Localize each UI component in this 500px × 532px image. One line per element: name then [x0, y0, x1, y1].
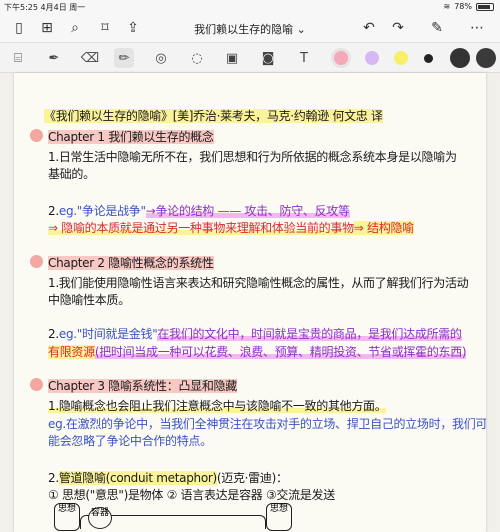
diagram-mid-circle: 容器 [88, 507, 112, 529]
share-icon[interactable]: ⇪ [124, 19, 142, 37]
color-pink[interactable] [334, 51, 348, 65]
redo-icon[interactable]: ↷ [389, 19, 407, 37]
conduit-diagram: 思想 容器 思想 [54, 503, 294, 532]
ch1-point1-line2: 基础的。 [48, 167, 95, 181]
wifi-icon: ≋ [443, 2, 451, 11]
battery-percent: 78% [454, 2, 472, 11]
color-yellow[interactable] [394, 51, 408, 65]
image-icon[interactable]: ▣ [222, 48, 242, 68]
stroke-thick[interactable] [476, 48, 496, 68]
title-bar: ▯ ⊞ ⌕ ⌑ ⇪ 我们赖以生存的隐喻 ⌄ ↶ ↷ ✎ ⋯ [0, 13, 500, 43]
bookmark-icon[interactable]: ⌑ [96, 19, 114, 37]
ch1-point2-line2: ⇒ 隐喻的本质就是通过另一种事物来理解和体验当前的事物⇒ 结构隐喻 [48, 221, 414, 235]
camera-icon[interactable]: ◙ [258, 48, 278, 68]
undo-icon[interactable]: ↶ [360, 19, 378, 37]
ch3-point1-line3: 能会忽略了争论中合作的特点。 [48, 434, 212, 448]
color-lavender[interactable] [365, 51, 379, 65]
diagram-right-box: 思想 [266, 503, 292, 531]
sidebar-icon[interactable]: ▯ [10, 19, 28, 37]
document-title-text[interactable]: 我们赖以生存的隐喻 [194, 23, 293, 36]
note-page[interactable]: 《我们赖以生存的隐喻》[美]乔治·莱考夫，马克·约翰逊 何文忠 译 Chapte… [14, 73, 486, 532]
stroke-thin[interactable] [424, 54, 433, 63]
text-icon[interactable]: T [294, 48, 314, 68]
status-time: 下午5:25 4月4日 周一 [4, 3, 86, 12]
ch3-point1-line1: 1.隐喻概念也会阻止我们注意概念中与该隐喻不一致的其他方面。 [48, 399, 387, 413]
chevron-down-icon[interactable]: ⌄ [297, 23, 306, 36]
highlighter-icon[interactable]: ✏ [114, 48, 134, 68]
battery-icon [476, 2, 494, 11]
pencil-icon[interactable]: ✎ [428, 19, 446, 37]
ch3-point1-line2: eg.在激烈的争论中，当我们全神贯注在攻击对手的立场、捍卫自己的立场时，我们可 [48, 417, 486, 431]
read-mode-icon[interactable]: ⌸ [8, 48, 28, 68]
pen-icon[interactable]: ✒ [44, 48, 64, 68]
chapter1-bullet [30, 129, 43, 142]
eraser-icon[interactable]: ⌫ [80, 48, 100, 68]
status-right: ≋ 78% [444, 2, 494, 11]
ch1-point2-line1: 2.eg."争论是战争"→争论的结构 —— 攻击、防守、反攻等 [48, 204, 350, 218]
lasso-icon[interactable]: ◌ [187, 48, 207, 68]
diagram-left-box: 思想 [54, 503, 80, 531]
search-icon[interactable]: ⌕ [66, 19, 84, 37]
ch3-point2-line1: 2.管道隐喻(conduit metaphor)(迈克·雷迪)： [48, 471, 288, 485]
ch3-point2-line2: ① 思想("意思")是物体 ② 语言表达是容器 ③交流是发送 [48, 488, 335, 502]
ch2-point1-line2: 中隐喻性本质。 [48, 293, 130, 307]
grid-icon[interactable]: ⊞ [38, 19, 56, 37]
chapter1-title: Chapter 1 我们赖以生存的概念 [48, 130, 214, 144]
chapter3-title: Chapter 3 隐喻系统性：凸显和隐藏 [48, 379, 237, 393]
more-icon[interactable]: ⋯ [468, 19, 486, 37]
chapter3-bullet [30, 378, 43, 391]
shapes-icon[interactable]: ◎ [151, 48, 171, 68]
ch2-point2-line2: 有限资源(把时间当成一种可以花费、浪费、预算、精明投资、节省或挥霍的东西) [48, 345, 467, 359]
book-header: 《我们赖以生存的隐喻》[美]乔治·莱考夫，马克·约翰逊 何文忠 译 [44, 109, 383, 123]
status-bar: 下午5:25 4月4日 周一 ≋ 78% [0, 0, 500, 13]
chapter2-title: Chapter 2 隐喻性概念的系统性 [48, 256, 214, 270]
drawing-toolbar: ⌸ ✒ ⌫ ✏ ◎ ◌ ▣ ◙ T [0, 43, 500, 73]
ch2-point2-line1: 2.eg."时间就是金钱"在我们的文化中，时间就是宝贵的商品，是我们达成所需的 [48, 327, 462, 341]
ch2-point1-line1: 1.我们能使用隐喻性语言来表达和研究隐喻性概念的属性，从而了解我们行为活动 [48, 276, 469, 290]
chapter2-bullet [30, 255, 43, 268]
ch1-point1-line1: 1.日常生活中隐喻无所不在，我们思想和行为所依据的概念系统本身是以隐喻为 [48, 150, 457, 164]
stroke-medium[interactable] [450, 48, 470, 68]
